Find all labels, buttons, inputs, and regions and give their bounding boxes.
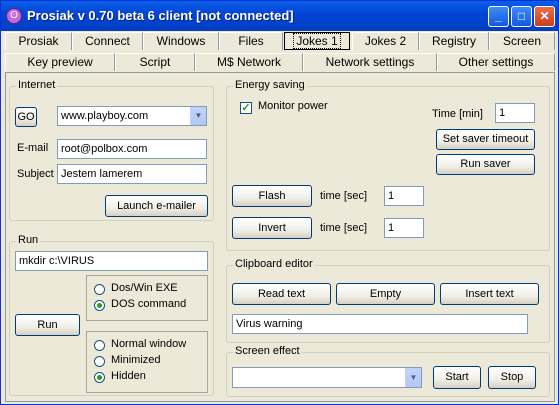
tab-connect[interactable]: Connect (72, 32, 143, 50)
screen-effect-group: Screen effect ▼ Start Stop (226, 345, 550, 397)
flash-time-label: time [sec] (320, 190, 368, 202)
group-title: Clipboard editor (233, 258, 315, 270)
maximize-button[interactable]: □ (511, 6, 532, 27)
tab-label: Jokes 1 (293, 33, 341, 49)
flash-time-field[interactable]: 1 (384, 186, 424, 206)
tab-network-settings[interactable]: Network settings (303, 53, 437, 71)
group-title: Screen effect (233, 345, 302, 357)
radio-label: Dos/Win EXE (111, 282, 178, 294)
go-button[interactable]: GO (15, 107, 37, 127)
run-saver-button[interactable]: Run saver (436, 154, 535, 175)
url-value: www.playboy.com (61, 110, 149, 122)
screen-effect-combobox[interactable]: ▼ (232, 367, 422, 388)
internet-group: Internet GO www.playboy.com ▼ E-mail roo… (9, 79, 214, 221)
tab-label: Connect (85, 34, 130, 48)
energy-saving-group: Energy saving ✓ Monitor power Time [min]… (226, 79, 550, 251)
command-field[interactable]: mkdir c:\VIRUS (15, 251, 208, 271)
exec-type-box: Dos/Win EXE DOS command (86, 275, 208, 321)
title-bar[interactable]: ʘ Prosiak v 0.70 beta 6 client [not conn… (1, 1, 558, 31)
run-group: Run mkdir c:\VIRUS Dos/Win EXE DOS comma… (9, 234, 214, 396)
clipboard-text-field[interactable]: Virus warning (232, 314, 528, 334)
chevron-down-icon[interactable]: ▼ (190, 107, 206, 125)
url-combobox[interactable]: www.playboy.com ▼ (57, 106, 207, 126)
group-title: Internet (16, 79, 58, 91)
chevron-down-icon[interactable]: ▼ (405, 368, 421, 387)
run-button[interactable]: Run (15, 314, 80, 336)
start-button[interactable]: Start (433, 366, 481, 389)
tab-registry[interactable]: Registry (419, 32, 489, 50)
read-text-button[interactable]: Read text (232, 283, 331, 305)
invert-time-label: time [sec] (320, 222, 368, 234)
tab-label: Network settings (325, 55, 415, 69)
subject-field[interactable]: Jestem lamerem (57, 164, 207, 184)
tab-script[interactable]: Script (115, 53, 195, 71)
flash-button[interactable]: Flash (232, 185, 312, 207)
clipboard-editor-group: Clipboard editor Read text Empty Insert … (226, 258, 550, 343)
set-saver-timeout-button[interactable]: Set saver timeout (436, 129, 535, 150)
tab-label: Jokes 2 (364, 34, 407, 48)
tab-other-settings[interactable]: Other settings (437, 53, 555, 71)
tab-jokes-1[interactable]: Jokes 1 (284, 32, 350, 50)
stop-button[interactable]: Stop (488, 366, 536, 389)
radio-dos-win-exe[interactable] (94, 284, 105, 295)
monitor-power-checkbox[interactable]: ✓ (240, 102, 252, 114)
tab-label: Prosiak (18, 34, 59, 48)
invert-button[interactable]: Invert (232, 217, 312, 239)
email-field[interactable]: root@polbox.com (57, 139, 207, 159)
tab-label: Other settings (458, 55, 534, 69)
email-label: E-mail (17, 142, 49, 154)
pig-icon: ʘ (6, 8, 22, 24)
tab-label: Files (238, 34, 264, 48)
group-title: Energy saving (233, 79, 307, 91)
radio-hidden[interactable] (94, 372, 105, 383)
invert-time-field[interactable]: 1 (384, 218, 424, 238)
tab-label: Windows (156, 34, 206, 48)
radio-label: DOS command (111, 298, 187, 310)
tab-files[interactable]: Files (219, 32, 283, 50)
tab-ms-network[interactable]: M$ Network (195, 53, 303, 71)
tab-screen[interactable]: Screen (489, 32, 555, 50)
empty-button[interactable]: Empty (336, 283, 435, 305)
window-mode-box: Normal window Minimized Hidden (86, 331, 208, 393)
radio-label: Normal window (111, 338, 187, 350)
tab-label: Script (139, 55, 171, 69)
tab-label: M$ Network (216, 55, 281, 69)
time-min-label: Time [min] (432, 108, 483, 120)
tab-windows[interactable]: Windows (143, 32, 219, 50)
monitor-power-label: Monitor power (258, 100, 328, 112)
group-title: Run (16, 234, 41, 246)
tab-jokes-2[interactable]: Jokes 2 (352, 32, 419, 50)
close-button[interactable]: ✕ (534, 6, 555, 27)
radio-normal-window[interactable] (94, 340, 105, 351)
tab-panel: Internet GO www.playboy.com ▼ E-mail roo… (5, 72, 555, 402)
window-title: Prosiak v 0.70 beta 6 client [not connec… (27, 8, 294, 23)
radio-dos-command[interactable] (94, 300, 105, 311)
time-min-field[interactable]: 1 (495, 103, 535, 123)
tab-prosiak[interactable]: Prosiak (5, 32, 72, 50)
radio-label: Minimized (111, 354, 161, 366)
app-window: ʘ Prosiak v 0.70 beta 6 client [not conn… (0, 0, 559, 405)
subject-label: Subject (17, 168, 54, 180)
tab-label: Screen (502, 34, 542, 48)
radio-minimized[interactable] (94, 356, 105, 367)
radio-label: Hidden (111, 370, 146, 382)
launch-emailer-button[interactable]: Launch e-mailer (105, 195, 208, 217)
minimize-button[interactable]: _ (488, 6, 509, 27)
tab-label: Registry (431, 34, 476, 48)
tab-key-preview[interactable]: Key preview (5, 53, 115, 71)
insert-text-button[interactable]: Insert text (440, 283, 539, 305)
tab-label: Key preview (27, 55, 93, 69)
